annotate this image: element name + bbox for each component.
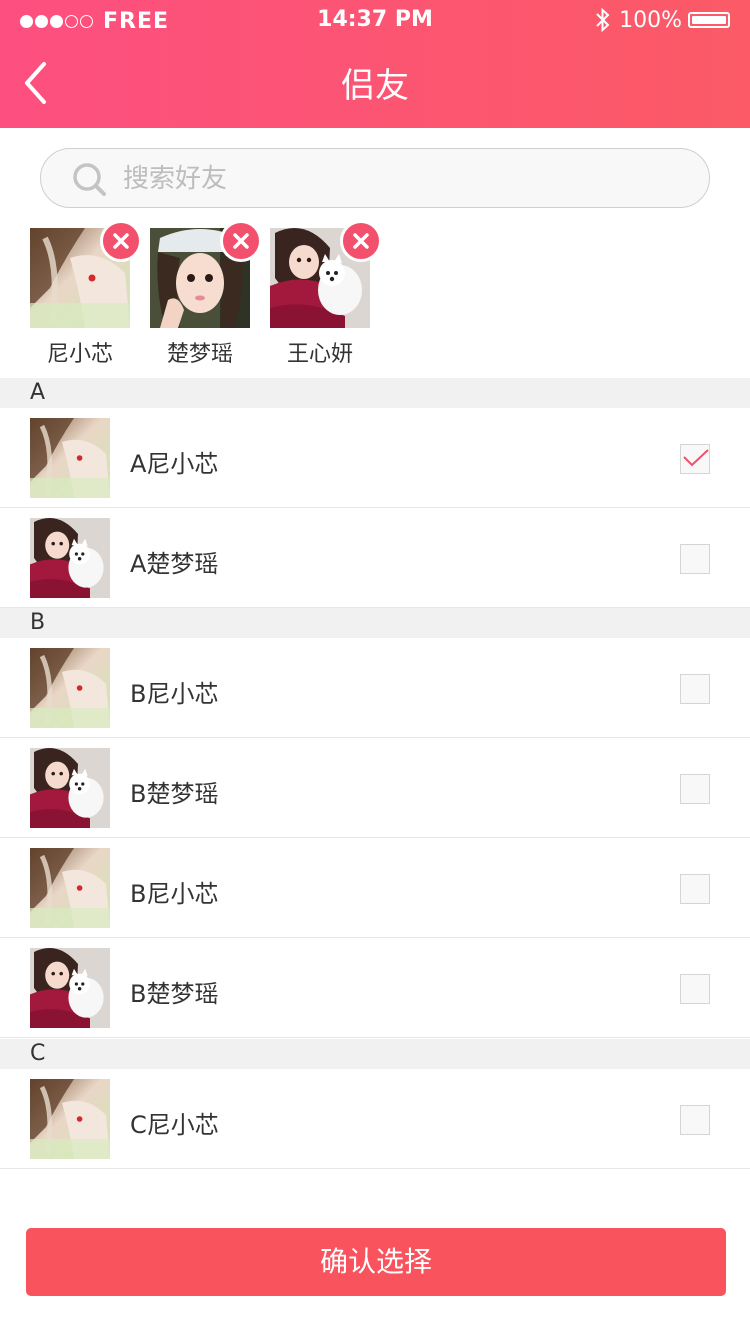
select-checkbox[interactable] [680, 444, 710, 474]
friend-name: B尼小芯 [130, 880, 219, 908]
bluetooth-icon [596, 7, 610, 33]
selected-friend-name: 尼小芯 [46, 342, 113, 367]
selected-friend-name: 王心妍 [286, 342, 353, 367]
select-checkbox[interactable] [680, 774, 710, 804]
avatar [30, 648, 110, 728]
friend-name: C尼小芯 [130, 1111, 219, 1139]
friend-row[interactable]: B尼小芯 [0, 638, 750, 738]
search-input[interactable] [121, 157, 685, 201]
friend-row[interactable]: B尼小芯 [0, 838, 750, 938]
remove-button[interactable] [340, 220, 382, 262]
section-header: A [0, 378, 750, 408]
selected-friend[interactable]: 楚梦瑶 [140, 220, 262, 370]
avatar [30, 1079, 110, 1159]
status-right: 100% [595, 7, 730, 33]
search-icon [73, 163, 106, 196]
select-checkbox[interactable] [680, 674, 710, 704]
close-icon [353, 233, 369, 249]
friend-row[interactable]: A尼小芯 [0, 408, 750, 508]
avatar [30, 948, 110, 1028]
checkmark-icon [683, 449, 709, 467]
friend-row[interactable]: B楚梦瑶 [0, 938, 750, 1038]
selected-friend-name: 楚梦瑶 [166, 342, 233, 367]
select-checkbox[interactable] [680, 1105, 710, 1135]
remove-button[interactable] [100, 220, 142, 262]
page-title: 侣友 [341, 66, 409, 106]
search-bar[interactable] [40, 148, 710, 208]
selected-friend[interactable]: 尼小芯 [20, 220, 142, 370]
friend-name: B楚梦瑶 [130, 780, 219, 808]
friend-name: A楚梦瑶 [130, 550, 219, 578]
app-header: FREE 14:37 PM 100% 侣友 [0, 0, 750, 128]
battery-percent: 100% [619, 7, 682, 33]
close-icon [233, 233, 249, 249]
select-checkbox[interactable] [680, 974, 710, 1004]
battery-icon [688, 12, 730, 28]
friend-name: B尼小芯 [130, 680, 219, 708]
select-checkbox[interactable] [680, 874, 710, 904]
avatar [30, 418, 110, 498]
friend-row[interactable]: C尼小芯 [0, 1069, 750, 1169]
selected-friend[interactable]: 王心妍 [260, 220, 382, 370]
confirm-selection-button[interactable]: 确认选择 [26, 1228, 726, 1296]
avatar [30, 848, 110, 928]
selected-friends: 尼小芯 楚梦瑶 王心妍 [0, 220, 750, 370]
remove-button[interactable] [220, 220, 262, 262]
section-header: B [0, 608, 750, 638]
avatar [30, 748, 110, 828]
friend-name: B楚梦瑶 [130, 980, 219, 1008]
select-checkbox[interactable] [680, 544, 710, 574]
friend-name: A尼小芯 [130, 450, 219, 478]
friend-row[interactable]: B楚梦瑶 [0, 738, 750, 838]
close-icon [113, 233, 129, 249]
section-header: C [0, 1039, 750, 1069]
friend-row[interactable]: A楚梦瑶 [0, 508, 750, 608]
status-bar: FREE 14:37 PM 100% [0, 0, 750, 40]
avatar [30, 518, 110, 598]
